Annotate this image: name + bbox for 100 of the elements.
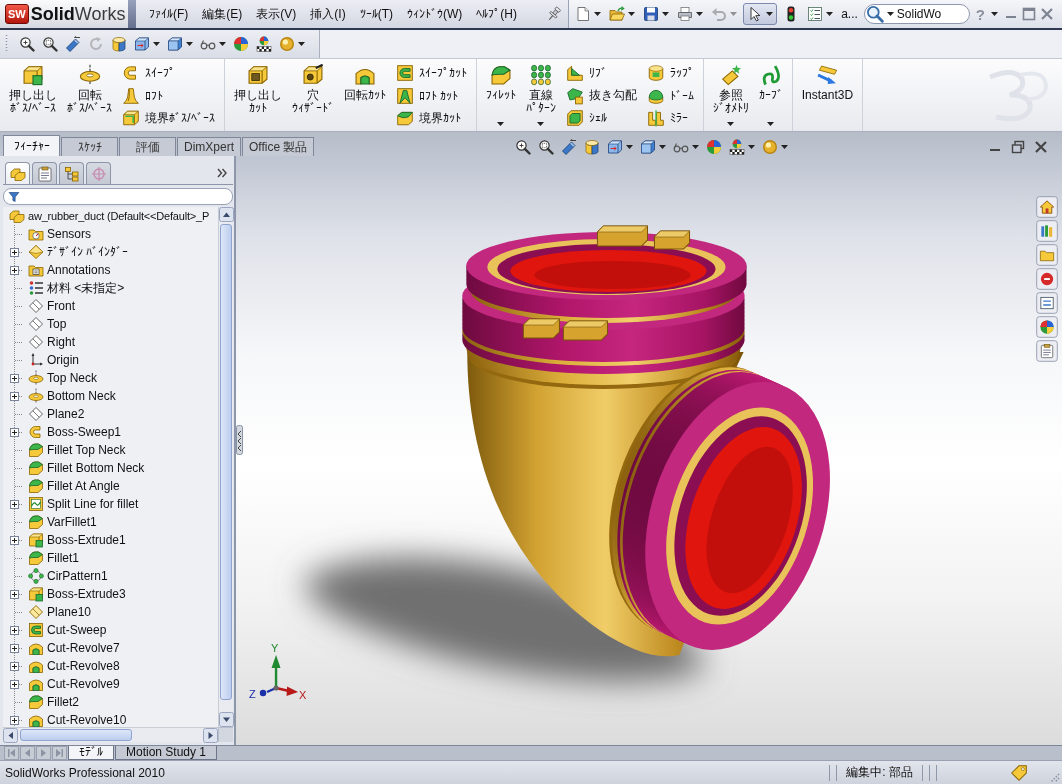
orientation-button[interactable]: [132, 34, 162, 54]
tree-item[interactable]: Top: [26, 315, 69, 333]
expand-toggle[interactable]: [10, 535, 19, 545]
command-tab[interactable]: ﾌｨｰﾁｬｰ: [3, 135, 60, 156]
clipboard-icon[interactable]: [1036, 340, 1058, 362]
panel-tab[interactable]: [59, 162, 84, 184]
tree-item[interactable]: Top Neck: [26, 369, 100, 387]
options-button[interactable]: [805, 4, 836, 24]
extrude-boss-button[interactable]: 押し出し ﾎﾞｽ/ﾍﾞｰｽ: [6, 62, 60, 129]
section-button[interactable]: [109, 34, 129, 54]
search-field[interactable]: SolidWo: [863, 4, 970, 24]
loft-button[interactable]: ﾛﾌﾄ: [119, 84, 218, 107]
toolbar-overflow-label[interactable]: a...: [839, 7, 860, 21]
tree-item[interactable]: CirPattern1: [26, 567, 110, 585]
tree-item[interactable]: Fillet At Angle: [26, 477, 122, 495]
tree-item[interactable]: Boss-Extrude1: [26, 531, 128, 549]
maximize-icon[interactable]: [1022, 7, 1036, 21]
dome-button[interactable]: ﾄﾞｰﾑ: [643, 84, 697, 107]
double-chevron-icon[interactable]: [216, 167, 228, 179]
expand-toggle[interactable]: [10, 373, 19, 383]
menu-item[interactable]: ｳｨﾝﾄﾞｳ(W): [400, 5, 470, 23]
tree-item[interactable]: Boss-Sweep1: [26, 423, 124, 441]
panel-tab[interactable]: [32, 162, 57, 184]
command-tab[interactable]: Office 製品: [242, 137, 315, 156]
tree-item[interactable]: Cut-Revolve10: [26, 711, 129, 727]
toolbar-grip[interactable]: [5, 34, 8, 54]
revolve-boss-button[interactable]: 回転 ﾎﾞｽ/ﾍﾞｰｽ: [64, 62, 116, 129]
previous-view-button[interactable]: [63, 34, 83, 54]
scrollbar-thumb[interactable]: [220, 224, 232, 700]
menu-item[interactable]: ﾌｧｲﾙ(F): [142, 5, 196, 23]
tree-item[interactable]: Cut-Revolve8: [26, 657, 122, 675]
expand-toggle[interactable]: [10, 679, 19, 689]
shell-button[interactable]: ｼｪﾙ: [562, 107, 640, 129]
menu-item[interactable]: ﾂｰﾙ(T): [352, 5, 400, 23]
tree-item[interactable]: Cut-Sweep: [26, 621, 109, 639]
extrude-cut-button[interactable]: 押し出し ｶｯﾄ: [230, 62, 285, 129]
select-button[interactable]: [743, 3, 778, 25]
resize-grip-icon[interactable]: [1048, 771, 1060, 783]
boundary-cut-button[interactable]: 境界ｶｯﾄ: [392, 107, 470, 129]
panel-tab[interactable]: [5, 162, 30, 184]
tree-item[interactable]: Sensors: [26, 225, 94, 243]
save-button[interactable]: [641, 4, 672, 24]
scrollbar-thumb[interactable]: [20, 729, 132, 741]
appearance-button[interactable]: [231, 34, 251, 54]
expand-toggle[interactable]: [10, 661, 19, 671]
command-tab[interactable]: 評価: [119, 137, 176, 156]
sweep-cut-button[interactable]: ｽｲｰﾌﾟｶｯﾄ: [392, 62, 470, 84]
zoom-area-button[interactable]: [40, 34, 60, 54]
expand-toggle[interactable]: [10, 499, 19, 509]
tree-item[interactable]: Plane10: [26, 603, 94, 621]
tree-item[interactable]: Fillet2: [26, 693, 81, 711]
document-tab[interactable]: Motion Study 1: [115, 746, 218, 760]
tag-icon[interactable]: [1010, 763, 1028, 782]
panel-collapse-handle[interactable]: [236, 425, 243, 455]
menu-item[interactable]: 表示(V): [249, 3, 304, 25]
menu-item[interactable]: 挿入(I): [303, 3, 353, 25]
loft-cut-button[interactable]: ﾛﾌﾄ ｶｯﾄ: [392, 84, 470, 107]
scene-button[interactable]: [254, 34, 274, 54]
rib-button[interactable]: ﾘﾌﾞ: [562, 62, 640, 84]
display-style-button[interactable]: [165, 34, 195, 54]
tree-item[interactable]: Cut-Revolve9: [26, 675, 122, 693]
close-icon[interactable]: [1034, 139, 1048, 154]
command-tab[interactable]: DimXpert: [177, 137, 241, 156]
tree-item[interactable]: Right: [26, 333, 77, 351]
menu-item[interactable]: 編集(E): [195, 3, 250, 25]
tree-item[interactable]: Front: [26, 297, 77, 315]
ref-geometry-button[interactable]: 参照 ｼﾞｵﾒﾄﾘ: [709, 62, 752, 129]
close-icon[interactable]: [1040, 7, 1054, 21]
tree-item[interactable]: VarFillet1: [26, 513, 99, 531]
hole-button[interactable]: 穴 ｳｨｻﾞｰﾄﾞ: [288, 62, 337, 129]
window-lines-icon[interactable]: [1036, 292, 1058, 314]
tree-item[interactable]: 材料 <未指定>: [26, 279, 127, 297]
wrap-button[interactable]: ﾗｯﾌﾟ: [643, 62, 697, 84]
revolve-cut-button[interactable]: 回転ｶｯﾄ: [340, 62, 389, 129]
expand-toggle[interactable]: [10, 715, 19, 725]
command-tab[interactable]: ｽｹｯﾁ: [61, 137, 118, 156]
expand-toggle[interactable]: [10, 643, 19, 653]
tree-item[interactable]: Fillet Top Neck: [26, 441, 128, 459]
tree-item[interactable]: Cut-Revolve7: [26, 639, 122, 657]
fillet-button[interactable]: ﾌｨﾚｯﾄ: [482, 62, 519, 129]
tree-item[interactable]: Fillet Bottom Neck: [26, 459, 147, 477]
expand-toggle[interactable]: [10, 589, 19, 599]
expand-toggle[interactable]: [10, 427, 19, 437]
tree-item[interactable]: Annotations: [26, 261, 113, 279]
tree-item[interactable]: aw_rubber_duct (Default<<Default>_P: [7, 207, 212, 225]
curve-button[interactable]: ｶｰﾌﾞ: [755, 62, 786, 129]
menu-item[interactable]: ﾍﾙﾌﾟ(H): [469, 5, 524, 23]
tree-item[interactable]: Bottom Neck: [26, 387, 118, 405]
house-icon[interactable]: [1036, 196, 1058, 218]
tree-item[interactable]: Boss-Extrude3: [26, 585, 128, 603]
expand-toggle[interactable]: [10, 625, 19, 635]
document-tab[interactable]: ﾓﾃﾞﾙ: [68, 746, 114, 760]
instant3d-button[interactable]: Instant3D: [798, 62, 857, 129]
tree-item[interactable]: Origin: [26, 351, 81, 369]
expand-toggle[interactable]: [10, 265, 19, 275]
open-button[interactable]: [607, 4, 638, 24]
linear-pattern-button[interactable]: 直線 ﾊﾟﾀｰﾝ: [522, 62, 559, 129]
tree-item[interactable]: Plane2: [26, 405, 87, 423]
print-button[interactable]: [675, 4, 706, 24]
zoom-fit-button[interactable]: [17, 34, 37, 54]
